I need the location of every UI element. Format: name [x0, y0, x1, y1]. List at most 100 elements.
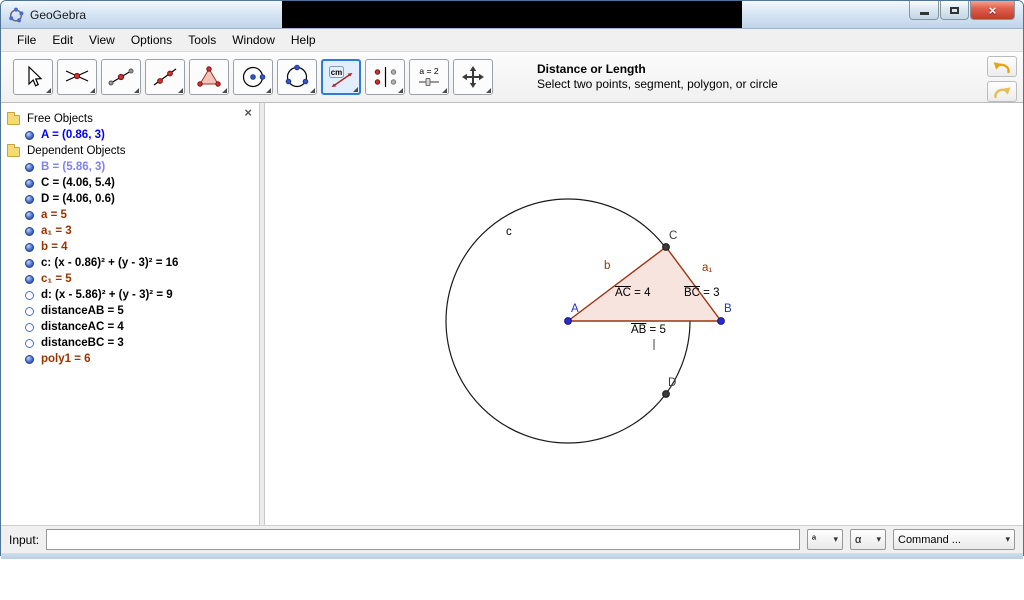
algebra-item[interactable]: D = (4.06, 0.6)	[1, 191, 259, 207]
move-tool[interactable]	[13, 59, 53, 95]
visibility-marble[interactable]	[25, 338, 34, 348]
dropdown-value: α	[855, 533, 862, 546]
close-icon: ×	[988, 2, 997, 18]
input-field[interactable]	[46, 529, 800, 550]
slider-tool[interactable]: a = 2	[409, 59, 449, 95]
maximize-button[interactable]	[940, 1, 969, 20]
undo-icon	[993, 61, 1010, 73]
visibility-marble[interactable]	[25, 354, 34, 364]
object-text: c₁ = 5	[41, 273, 72, 285]
tool-dropdown-arrow-icon[interactable]	[310, 88, 315, 93]
tool-dropdown-arrow-icon[interactable]	[398, 88, 403, 93]
window-frame-bottom	[1, 553, 1023, 559]
visibility-marble[interactable]	[25, 290, 34, 300]
algebra-item[interactable]: c: (x - 0.86)² + (y - 3)² = 16	[1, 255, 259, 271]
tree-section[interactable]: Dependent Objects	[1, 143, 259, 159]
visibility-marble[interactable]	[25, 210, 34, 220]
algebra-item[interactable]: B = (5.86, 3)	[1, 159, 259, 175]
menu-tools[interactable]: Tools	[180, 31, 224, 49]
visibility-marble[interactable]	[25, 306, 34, 316]
point-tool[interactable]	[57, 59, 97, 95]
tool-dropdown-arrow-icon[interactable]	[353, 87, 358, 92]
algebra-item[interactable]: poly1 = 6	[1, 351, 259, 367]
line-tool[interactable]	[145, 59, 185, 95]
visibility-marble[interactable]	[25, 194, 34, 204]
move-graphics-view-tool[interactable]	[453, 59, 493, 95]
algebra-item[interactable]: a = 5	[1, 207, 259, 223]
title-bar[interactable]: GeoGebra ×	[1, 1, 1023, 29]
object-text: d: (x - 5.86)² + (y - 3)² = 9	[41, 289, 173, 301]
graphics-svg	[445, 198, 725, 444]
algebra-item[interactable]: d: (x - 5.86)² + (y - 3)² = 9	[1, 287, 259, 303]
tool-dropdown-arrow-icon[interactable]	[442, 88, 447, 93]
superscript-dropdown[interactable]: ª ▾	[807, 529, 843, 550]
menu-bar: File Edit View Options Tools Window Help	[1, 29, 1023, 52]
redo-button[interactable]	[987, 81, 1017, 102]
menu-window[interactable]: Window	[224, 31, 283, 49]
algebra-item[interactable]: C = (4.06, 5.4)	[1, 175, 259, 191]
visibility-marble[interactable]	[25, 242, 34, 252]
menu-view[interactable]: View	[81, 31, 123, 49]
tool-dropdown-arrow-icon[interactable]	[266, 88, 271, 93]
polygon-tool[interactable]	[189, 59, 229, 95]
point-C[interactable]	[662, 243, 670, 251]
point-B[interactable]	[717, 317, 725, 325]
tool-dropdown-arrow-icon[interactable]	[90, 88, 95, 93]
algebra-item[interactable]: b = 4	[1, 239, 259, 255]
tool-dropdown-arrow-icon[interactable]	[46, 88, 51, 93]
redacted-region	[282, 1, 742, 28]
algebra-item[interactable]: distanceBC = 3	[1, 335, 259, 351]
tool-help-subtitle: Select two points, segment, polygon, or …	[537, 77, 778, 91]
undo-button[interactable]	[987, 56, 1017, 77]
midpoint-tool[interactable]	[101, 59, 141, 95]
redo-icon	[994, 86, 1011, 98]
object-text: c: (x - 0.86)² + (y - 3)² = 16	[41, 257, 179, 269]
close-button[interactable]: ×	[970, 1, 1015, 20]
triangle-poly1[interactable]	[565, 246, 723, 322]
menu-edit[interactable]: Edit	[44, 31, 81, 49]
visibility-marble[interactable]	[25, 226, 34, 236]
input-dropdowns: ª ▾ α ▾ Command ... ▾	[807, 529, 1015, 550]
visibility-marble[interactable]	[25, 322, 34, 332]
tool-dropdown-arrow-icon[interactable]	[222, 88, 227, 93]
object-text: distanceAB = 5	[41, 305, 124, 317]
tool-dropdown-arrow-icon[interactable]	[134, 88, 139, 93]
algebra-item[interactable]: A = (0.86, 3)	[1, 127, 259, 143]
algebra-item[interactable]: a₁ = 3	[1, 223, 259, 239]
visibility-marble[interactable]	[25, 130, 34, 140]
graphics-view[interactable]: A B C Dc b a₁ AC = 4 BC = 3 AB = 5	[265, 103, 1023, 525]
point-D[interactable]	[662, 390, 670, 398]
greek-letter-dropdown[interactable]: α ▾	[850, 529, 886, 550]
command-dropdown[interactable]: Command ... ▾	[893, 529, 1015, 550]
minimize-button[interactable]	[909, 1, 939, 20]
algebra-item[interactable]: c₁ = 5	[1, 271, 259, 287]
visibility-marble[interactable]	[25, 162, 34, 172]
circle-through-points-tool[interactable]	[277, 59, 317, 95]
distance-or-length-tool[interactable]: cm	[321, 59, 361, 95]
toolbar: cm a = 2 Distance or Length Select two po…	[1, 52, 1023, 103]
input-label: Input:	[9, 532, 40, 547]
algebra-tree: Free Objects A = (0.86, 3) Dependent Objec…	[1, 103, 259, 367]
object-text: poly1 = 6	[41, 353, 91, 365]
visibility-marble[interactable]	[25, 258, 34, 268]
algebra-close-button[interactable]: ×	[244, 106, 252, 119]
menu-file[interactable]: File	[9, 31, 44, 49]
folder-icon	[7, 112, 20, 125]
tool-dropdown-arrow-icon[interactable]	[486, 88, 491, 93]
object-text: C = (4.06, 5.4)	[41, 177, 115, 189]
circle-with-center-tool[interactable]	[233, 59, 273, 95]
tool-dropdown-arrow-icon[interactable]	[178, 88, 183, 93]
menu-options[interactable]: Options	[123, 31, 180, 49]
point-A[interactable]	[564, 317, 572, 325]
input-bar: Input: ª ▾ α ▾ Command ... ▾	[1, 525, 1023, 553]
window-title: GeoGebra	[30, 7, 87, 22]
reflect-tool[interactable]	[365, 59, 405, 95]
object-text: b = 4	[41, 241, 68, 253]
svg-text:cm: cm	[331, 68, 343, 77]
visibility-marble[interactable]	[25, 274, 34, 284]
visibility-marble[interactable]	[25, 178, 34, 188]
algebra-item[interactable]: distanceAC = 4	[1, 319, 259, 335]
menu-help[interactable]: Help	[283, 31, 324, 49]
algebra-item[interactable]: distanceAB = 5	[1, 303, 259, 319]
tree-section[interactable]: Free Objects	[1, 111, 259, 127]
